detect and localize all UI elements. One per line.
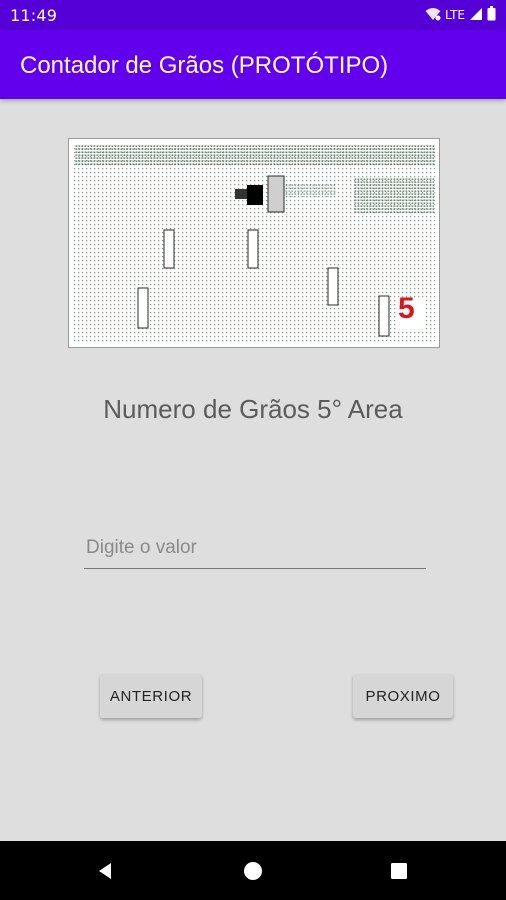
wifi-icon: [425, 7, 441, 24]
network-type: LTE: [445, 8, 465, 22]
previous-button[interactable]: ANTERIOR: [100, 674, 202, 718]
recents-icon[interactable]: [381, 853, 417, 889]
next-button[interactable]: PROXIMO: [353, 674, 453, 718]
grain-sample-graphic: [69, 139, 439, 347]
signal-icon: [469, 7, 483, 24]
app-title: Contador de Grãos (PROTÓTIPO): [20, 52, 389, 79]
home-icon[interactable]: [235, 853, 271, 889]
grain-count-input[interactable]: [84, 528, 426, 569]
battery-icon: [487, 6, 496, 24]
back-icon[interactable]: [87, 853, 123, 889]
app-bar: Contador de Grãos (PROTÓTIPO): [0, 30, 506, 99]
grain-sample-image: 5: [68, 138, 440, 348]
area-title: Numero de Grãos 5° Area: [103, 394, 403, 424]
status-time: 11:49: [10, 6, 58, 25]
status-bar: 11:49 LTE: [0, 0, 506, 30]
system-nav-bar: [0, 841, 506, 900]
area-number-label: 5: [398, 292, 415, 325]
status-icons: LTE: [425, 6, 496, 24]
